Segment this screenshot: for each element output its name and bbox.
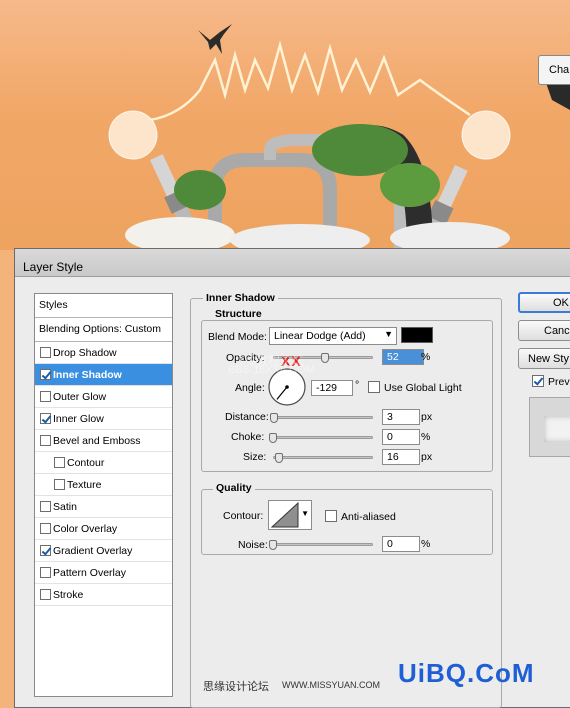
style-item-label: Inner Shadow — [53, 369, 122, 381]
noise-slider[interactable] — [273, 543, 373, 546]
opacity-slider-handle[interactable] — [321, 353, 329, 363]
choke-slider[interactable] — [273, 436, 373, 439]
opacity-input[interactable]: 52 — [382, 349, 424, 365]
style-item-label: Outer Glow — [53, 391, 107, 403]
distance-slider-handle[interactable] — [270, 413, 279, 423]
styles-list: Styles Blending Options: Custom Drop Sha… — [34, 293, 173, 697]
style-item-label: Satin — [53, 501, 77, 513]
new-style-button[interactable]: New Sty — [518, 348, 570, 369]
structure-title: Structure — [212, 308, 265, 320]
preview-label: Prev — [548, 376, 570, 388]
style-checkbox[interactable] — [40, 523, 51, 534]
size-unit: px — [421, 451, 433, 463]
style-item-label: Bevel and Emboss — [53, 435, 141, 447]
chevron-down-icon: ▼ — [301, 509, 309, 518]
style-item-drop-shadow[interactable]: Drop Shadow — [35, 342, 172, 364]
style-item-label: Contour — [67, 457, 105, 469]
choke-input[interactable]: 0 — [382, 429, 420, 445]
use-global-light-label: Use Global Light — [384, 382, 462, 394]
noise-input[interactable]: 0 — [382, 536, 420, 552]
style-item-contour[interactable]: Contour — [35, 452, 172, 474]
brand-watermark: UiBQ.CoM — [398, 658, 535, 688]
watermark-bottom-left: 思缘设计论坛 — [203, 681, 269, 693]
use-global-light-checkbox[interactable] — [368, 381, 380, 393]
size-input[interactable]: 16 — [382, 449, 420, 465]
noise-label: Noise: — [238, 539, 268, 551]
preview-swatch — [544, 416, 570, 442]
contour-curve-icon — [270, 501, 299, 528]
chart-button[interactable]: Cha — [538, 55, 570, 85]
choke-unit: % — [421, 431, 431, 443]
watermark-bottom-url: WWW.MISSYUAN.COM — [282, 680, 380, 690]
style-item-inner-glow[interactable]: Inner Glow — [35, 408, 172, 430]
ok-button[interactable]: OK — [518, 292, 570, 313]
angle-input[interactable]: -129 — [311, 380, 353, 396]
contour-picker[interactable]: ▼ — [268, 500, 312, 530]
watermark-mid-url: BBS.16XX8.COM — [228, 364, 315, 376]
angle-label: Angle: — [235, 382, 265, 394]
blending-options-item[interactable]: Blending Options: Custom — [35, 318, 172, 342]
chevron-down-icon: ▼ — [384, 329, 393, 339]
style-item-label: Color Overlay — [53, 523, 118, 535]
style-item-bevel-and-emboss[interactable]: Bevel and Emboss — [35, 430, 172, 452]
noise-slider-handle[interactable] — [269, 540, 277, 550]
style-item-satin[interactable]: Satin — [35, 496, 172, 518]
choke-slider-handle[interactable] — [269, 433, 277, 443]
style-checkbox[interactable] — [40, 435, 51, 446]
style-item-outer-glow[interactable]: Outer Glow — [35, 386, 172, 408]
anti-aliased-checkbox[interactable] — [325, 510, 337, 522]
style-item-texture[interactable]: Texture — [35, 474, 172, 496]
style-item-label: Stroke — [53, 589, 84, 601]
inner-shadow-title: Inner Shadow — [203, 292, 278, 304]
layer-style-dialog: Layer Style Styles Blending Options: Cus… — [14, 248, 570, 708]
cancel-button[interactable]: Canc — [518, 320, 570, 341]
style-item-label: Gradient Overlay — [53, 545, 133, 557]
style-checkbox[interactable] — [54, 479, 65, 490]
blend-mode-label: Blend Mode: — [208, 331, 267, 343]
style-item-label: Inner Glow — [53, 413, 104, 425]
contour-label: Contour: — [223, 510, 264, 522]
style-checkbox[interactable] — [40, 413, 51, 424]
distance-input[interactable]: 3 — [382, 409, 420, 425]
background-artwork: Cha — [0, 0, 570, 250]
style-checkbox[interactable] — [40, 501, 51, 512]
distance-slider[interactable] — [273, 416, 373, 419]
style-item-color-overlay[interactable]: Color Overlay — [35, 518, 172, 540]
preview-checkbox[interactable] — [532, 375, 544, 387]
preview-thumbnail — [529, 397, 570, 457]
style-item-pattern-overlay[interactable]: Pattern Overlay — [35, 562, 172, 584]
style-checkbox[interactable] — [40, 567, 51, 578]
distance-label: Distance: — [225, 411, 269, 423]
noise-unit: % — [421, 538, 431, 550]
style-item-label: Pattern Overlay — [53, 567, 126, 579]
size-label: Size: — [243, 451, 267, 463]
angle-unit: ° — [355, 379, 360, 391]
opacity-unit: % — [421, 351, 431, 363]
style-item-label: Texture — [67, 479, 102, 491]
style-item-gradient-overlay[interactable]: Gradient Overlay — [35, 540, 172, 562]
size-slider[interactable] — [273, 456, 373, 459]
style-checkbox[interactable] — [40, 589, 51, 600]
anti-aliased-label: Anti-aliased — [341, 511, 396, 523]
choke-label: Choke: — [231, 431, 265, 443]
shadow-color-swatch[interactable] — [401, 327, 433, 343]
style-checkbox[interactable] — [40, 369, 51, 380]
distance-unit: px — [421, 411, 433, 423]
style-item-label: Drop Shadow — [53, 347, 117, 359]
style-checkbox[interactable] — [40, 347, 51, 358]
styles-header[interactable]: Styles — [35, 294, 172, 318]
blend-mode-value: Linear Dodge (Add) — [274, 330, 366, 342]
blend-mode-select[interactable]: Linear Dodge (Add) ▼ — [269, 327, 397, 345]
style-item-inner-shadow[interactable]: Inner Shadow — [35, 364, 172, 386]
style-checkbox[interactable] — [40, 545, 51, 556]
style-item-stroke[interactable]: Stroke — [35, 584, 172, 606]
quality-title: Quality — [213, 482, 255, 494]
style-checkbox[interactable] — [40, 391, 51, 402]
style-checkbox[interactable] — [54, 457, 65, 468]
dialog-title: Layer Style — [15, 249, 570, 277]
